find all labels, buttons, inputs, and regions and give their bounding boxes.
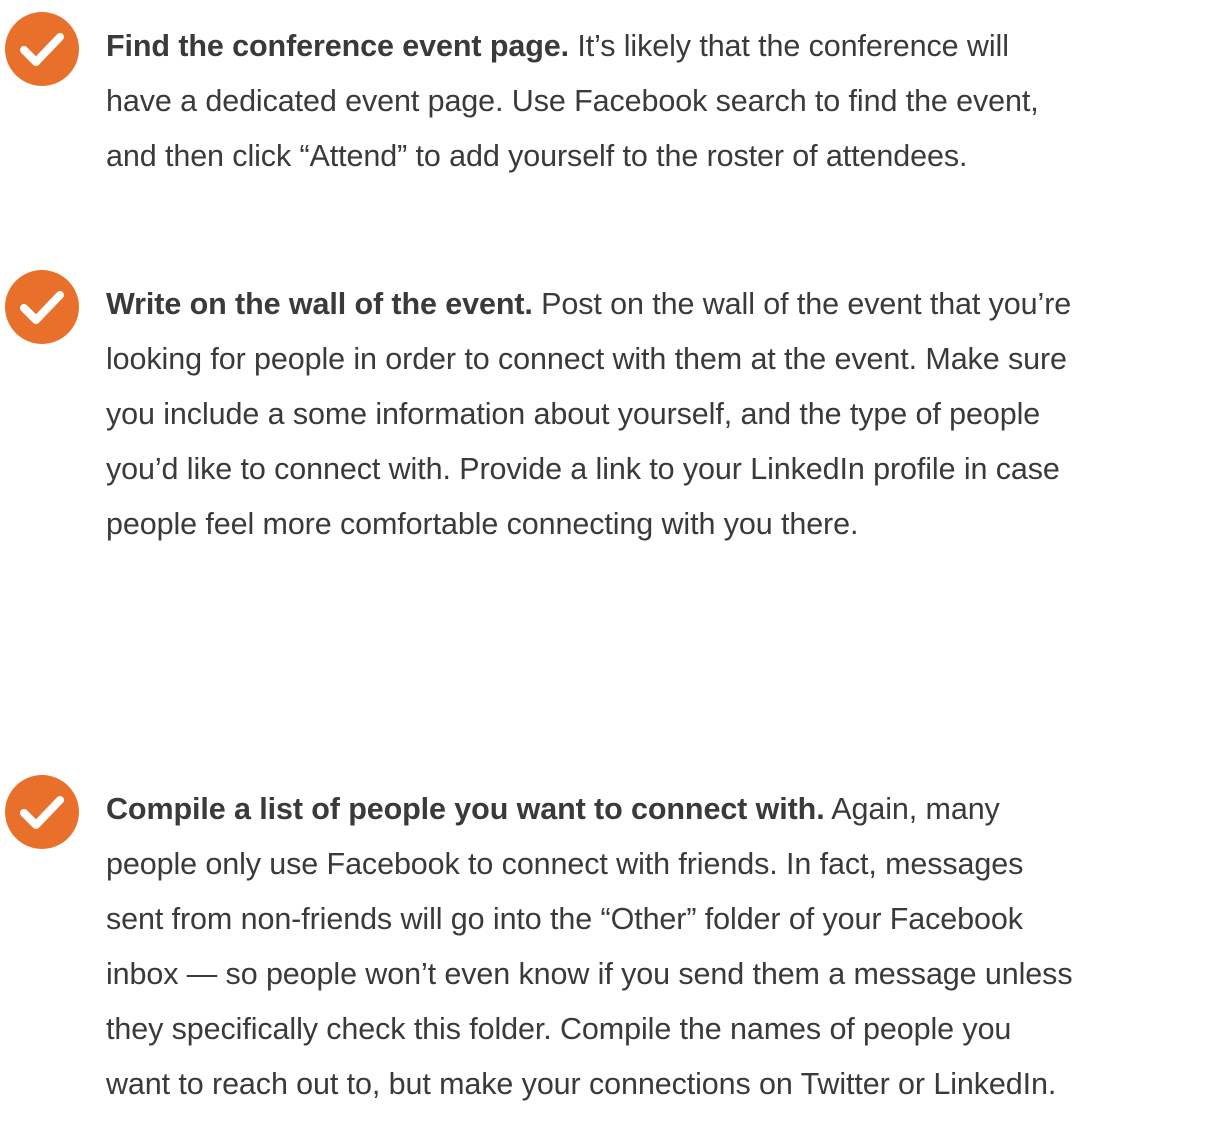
item-line: have a dedicated event page. Use Faceboo…: [106, 84, 1039, 118]
item-text: Find the conference event page. It’s lik…: [106, 0, 1221, 184]
item-line: people only use Facebook to connect with…: [106, 847, 1024, 881]
item-line: want to reach out to, but make your conn…: [106, 1067, 1057, 1101]
check-circle-icon: [5, 775, 79, 849]
item-heading: Write on the wall of the event.: [106, 287, 533, 321]
item-line: you’d like to connect with. Provide a li…: [106, 452, 1060, 486]
check-circle-icon: [5, 270, 79, 344]
item-heading: Find the conference event page.: [106, 29, 569, 63]
item-line: sent from non-friends will go into the “…: [106, 902, 1023, 936]
item-text: Write on the wall of the event. Post on …: [106, 258, 1221, 552]
item-line: It’s likely that the conference will: [568, 29, 1009, 63]
item-line: looking for people in order to connect w…: [106, 342, 1067, 376]
item-line: people feel more comfortable connecting …: [106, 507, 859, 541]
item-line: inbox — so people won’t even know if you…: [106, 957, 1073, 991]
item-text: Compile a list of people you want to con…: [106, 763, 1221, 1112]
item-heading: Compile a list of people you want to con…: [106, 792, 825, 826]
check-circle-icon: [5, 12, 79, 86]
item-line: and then click “Attend” to add yourself …: [106, 139, 968, 173]
item-line: Again, many: [824, 792, 1000, 826]
item-line: they specifically check this folder. Com…: [106, 1012, 1012, 1046]
item-line: Post on the wall of the event that you’r…: [532, 287, 1072, 321]
item-line: you include a some information about you…: [106, 397, 1041, 431]
